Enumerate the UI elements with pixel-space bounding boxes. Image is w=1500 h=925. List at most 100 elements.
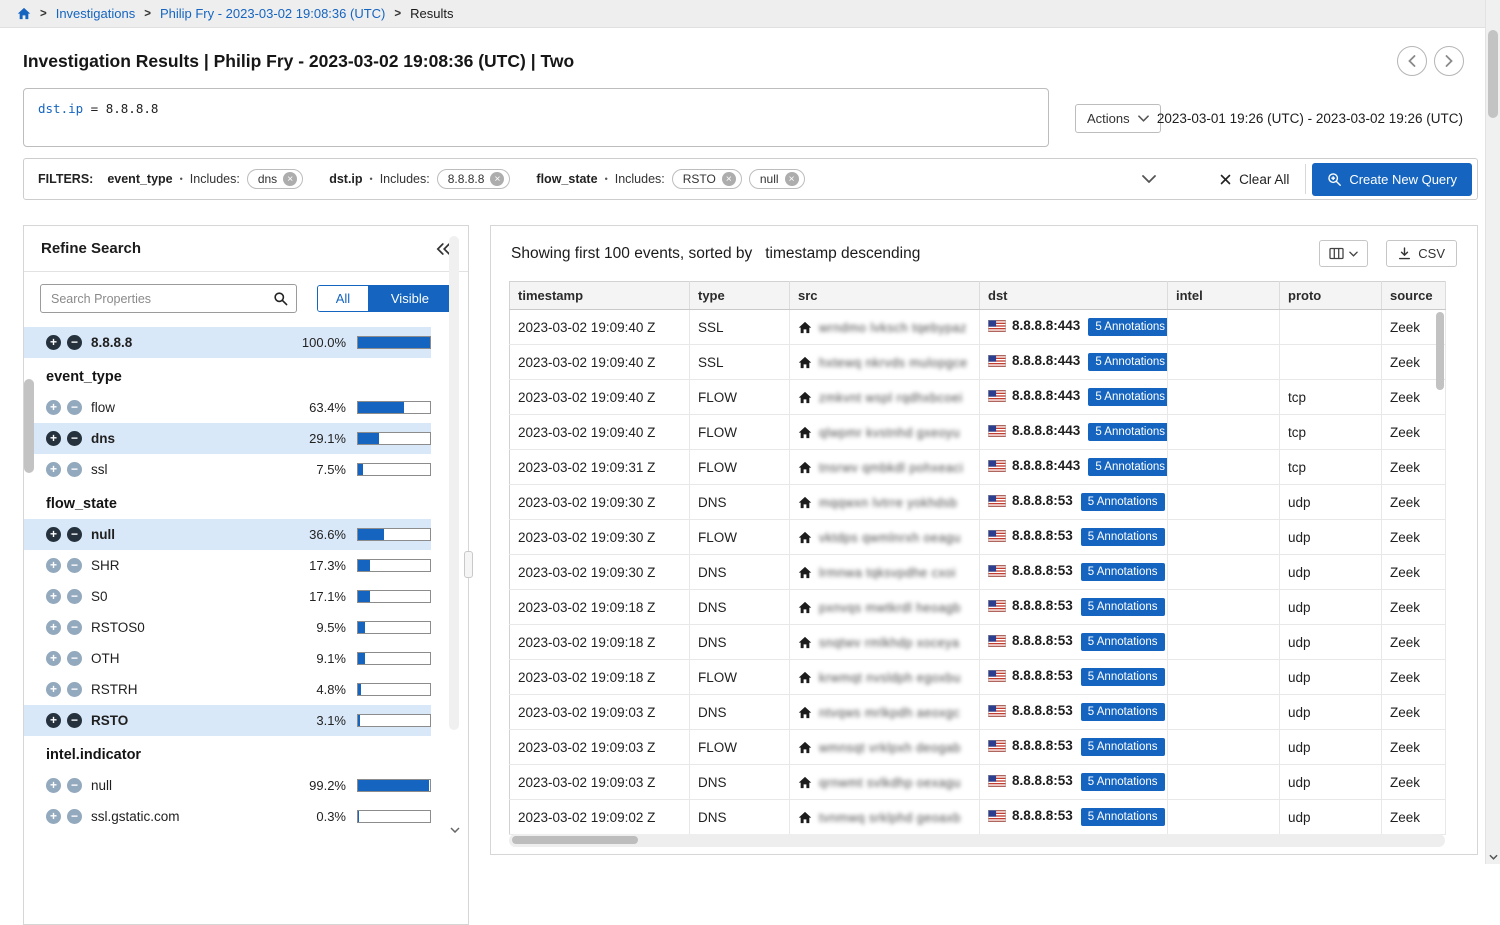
facet-exclude-icon[interactable]: − bbox=[67, 431, 82, 446]
toggle-all-button[interactable]: All bbox=[318, 286, 369, 311]
annotations-badge[interactable]: 5 Annotations bbox=[1088, 318, 1167, 336]
column-header-source[interactable]: source bbox=[1382, 282, 1446, 310]
column-header-type[interactable]: type bbox=[690, 282, 790, 310]
facet-exclude-icon[interactable]: − bbox=[67, 589, 82, 604]
chip-remove-icon[interactable]: × bbox=[490, 172, 504, 186]
table-row[interactable]: 2023-03-02 19:09:03 ZDNSqrnwmt svlkdhp o… bbox=[510, 765, 1446, 800]
search-icon[interactable] bbox=[273, 291, 288, 306]
facet-exclude-icon[interactable]: − bbox=[67, 809, 82, 824]
table-horizontal-scrollbar[interactable] bbox=[509, 834, 1445, 847]
chip-remove-icon[interactable]: × bbox=[722, 172, 736, 186]
annotations-badge[interactable]: 5 Annotations bbox=[1081, 493, 1165, 511]
table-row[interactable]: 2023-03-02 19:09:40 ZSSLwrndmo lvksch tq… bbox=[510, 310, 1446, 345]
facet-scrollbar-track[interactable] bbox=[449, 236, 459, 730]
table-row[interactable]: 2023-03-02 19:09:18 ZFLOWkrwmqt nvsldph … bbox=[510, 660, 1446, 695]
panel-resize-grip[interactable] bbox=[464, 551, 473, 578]
facet-percent: 4.8% bbox=[316, 682, 346, 697]
clear-all-button[interactable]: Clear All bbox=[1204, 163, 1305, 195]
annotations-badge[interactable]: 5 Annotations bbox=[1088, 458, 1167, 476]
facet-include-icon[interactable]: + bbox=[46, 778, 61, 793]
search-properties-input[interactable] bbox=[51, 292, 273, 306]
table-row[interactable]: 2023-03-02 19:09:40 ZFLOWqlwpmr kvstnhd … bbox=[510, 415, 1446, 450]
table-row[interactable]: 2023-03-02 19:09:40 ZSSLhxtewq nkrvds mu… bbox=[510, 345, 1446, 380]
facet-scroll-down-icon[interactable] bbox=[450, 827, 460, 833]
table-row[interactable]: 2023-03-02 19:09:02 ZDNStvnmwq srklphd g… bbox=[510, 800, 1446, 835]
column-header-dst[interactable]: dst bbox=[980, 282, 1168, 310]
page-scrollbar[interactable] bbox=[1485, 0, 1500, 864]
facet-include-icon[interactable]: + bbox=[46, 713, 61, 728]
facet-include-icon[interactable]: + bbox=[46, 558, 61, 573]
facet-include-icon[interactable]: + bbox=[46, 527, 61, 542]
facet-exclude-icon[interactable]: − bbox=[67, 651, 82, 666]
facet-percent: 17.1% bbox=[309, 589, 346, 604]
facet-include-icon[interactable]: + bbox=[46, 431, 61, 446]
facet-include-icon[interactable]: + bbox=[46, 809, 61, 824]
toggle-visible-button[interactable]: Visible bbox=[369, 286, 451, 311]
annotations-badge[interactable]: 5 Annotations bbox=[1081, 773, 1165, 791]
facet-scrollbar-thumb[interactable] bbox=[24, 379, 34, 473]
annotations-badge[interactable]: 5 Annotations bbox=[1081, 528, 1165, 546]
prev-result-button[interactable] bbox=[1397, 46, 1427, 76]
table-vertical-scrollbar[interactable] bbox=[1436, 312, 1444, 832]
facet-include-icon[interactable]: + bbox=[46, 620, 61, 635]
annotations-badge[interactable]: 5 Annotations bbox=[1081, 808, 1165, 826]
sort-selector[interactable]: timestamp descending bbox=[765, 245, 920, 263]
chip-remove-icon[interactable]: × bbox=[785, 172, 799, 186]
facet-include-icon[interactable]: + bbox=[46, 335, 61, 350]
facet-include-icon[interactable]: + bbox=[46, 400, 61, 415]
table-row[interactable]: 2023-03-02 19:09:03 ZFLOWwmnsqt vrklpxh … bbox=[510, 730, 1446, 765]
create-new-query-button[interactable]: Create New Query bbox=[1312, 163, 1472, 196]
facet-include-icon[interactable]: + bbox=[46, 682, 61, 697]
table-row[interactable]: 2023-03-02 19:09:18 ZDNSsnqtwv rmlkhdp x… bbox=[510, 625, 1446, 660]
column-header-proto[interactable]: proto bbox=[1280, 282, 1382, 310]
annotations-badge[interactable]: 5 Annotations bbox=[1081, 738, 1165, 756]
facet-include-icon[interactable]: + bbox=[46, 462, 61, 477]
table-horizontal-scrollbar-thumb[interactable] bbox=[512, 836, 638, 844]
facet-include-icon[interactable]: + bbox=[46, 651, 61, 666]
page-scrollbar-thumb[interactable] bbox=[1488, 30, 1498, 118]
annotations-badge[interactable]: 5 Annotations bbox=[1081, 598, 1165, 616]
facet-exclude-icon[interactable]: − bbox=[67, 527, 82, 542]
annotations-badge[interactable]: 5 Annotations bbox=[1088, 423, 1167, 441]
table-row[interactable]: 2023-03-02 19:09:30 ZDNSmqqwxn lvtrre yo… bbox=[510, 485, 1446, 520]
page-scroll-down-icon[interactable] bbox=[1486, 849, 1500, 864]
annotations-badge[interactable]: 5 Annotations bbox=[1088, 353, 1167, 371]
csv-export-button[interactable]: CSV bbox=[1386, 240, 1457, 267]
annotations-badge[interactable]: 5 Annotations bbox=[1081, 668, 1165, 686]
facet-exclude-icon[interactable]: − bbox=[67, 682, 82, 697]
annotations-badge[interactable]: 5 Annotations bbox=[1081, 703, 1165, 721]
breadcrumb-item[interactable]: Philip Fry - 2023-03-02 19:08:36 (UTC) bbox=[160, 6, 385, 21]
annotations-badge[interactable]: 5 Annotations bbox=[1081, 563, 1165, 581]
actions-button[interactable]: Actions bbox=[1075, 104, 1161, 133]
query-editor[interactable]: dst.ip = 8.8.8.8 bbox=[23, 88, 1049, 147]
table-row[interactable]: 2023-03-02 19:09:40 ZFLOWzmkvnt wspl rqd… bbox=[510, 380, 1446, 415]
next-result-button[interactable] bbox=[1434, 46, 1464, 76]
facet-exclude-icon[interactable]: − bbox=[67, 558, 82, 573]
annotations-badge[interactable]: 5 Annotations bbox=[1088, 388, 1167, 406]
table-row[interactable]: 2023-03-02 19:09:03 ZDNSntvqws mrlkpdh a… bbox=[510, 695, 1446, 730]
facet-exclude-icon[interactable]: − bbox=[67, 400, 82, 415]
home-icon[interactable] bbox=[17, 7, 31, 20]
facet-exclude-icon[interactable]: − bbox=[67, 778, 82, 793]
breadcrumb-item[interactable]: Investigations bbox=[56, 6, 136, 21]
filters-collapse-chevron-icon[interactable] bbox=[1136, 171, 1162, 187]
facet-row: +−ssl7.5% bbox=[24, 454, 431, 485]
breadcrumb-separator-icon: > bbox=[144, 8, 151, 20]
table-row[interactable]: 2023-03-02 19:09:30 ZDNSlrmnwa tqksvpdhe… bbox=[510, 555, 1446, 590]
table-row[interactable]: 2023-03-02 19:09:30 ZFLOWvktdps qwmlnrxh… bbox=[510, 520, 1446, 555]
table-vertical-scrollbar-thumb[interactable] bbox=[1436, 312, 1444, 390]
annotations-badge[interactable]: 5 Annotations bbox=[1081, 633, 1165, 651]
facet-exclude-icon[interactable]: − bbox=[67, 713, 82, 728]
table-row[interactable]: 2023-03-02 19:09:31 ZFLOWtnsrwv qmbkdl p… bbox=[510, 450, 1446, 485]
facet-include-icon[interactable]: + bbox=[46, 589, 61, 604]
facet-exclude-icon[interactable]: − bbox=[67, 620, 82, 635]
column-picker-button[interactable] bbox=[1319, 240, 1368, 267]
column-header-timestamp[interactable]: timestamp bbox=[510, 282, 690, 310]
column-header-intel[interactable]: intel bbox=[1168, 282, 1280, 310]
chip-remove-icon[interactable]: × bbox=[283, 172, 297, 186]
cell-timestamp: 2023-03-02 19:09:30 Z bbox=[510, 485, 690, 520]
column-header-src[interactable]: src bbox=[790, 282, 980, 310]
facet-exclude-icon[interactable]: − bbox=[67, 462, 82, 477]
table-row[interactable]: 2023-03-02 19:09:18 ZDNSpxnvqs mwtkrdl h… bbox=[510, 590, 1446, 625]
facet-exclude-icon[interactable]: − bbox=[67, 335, 82, 350]
